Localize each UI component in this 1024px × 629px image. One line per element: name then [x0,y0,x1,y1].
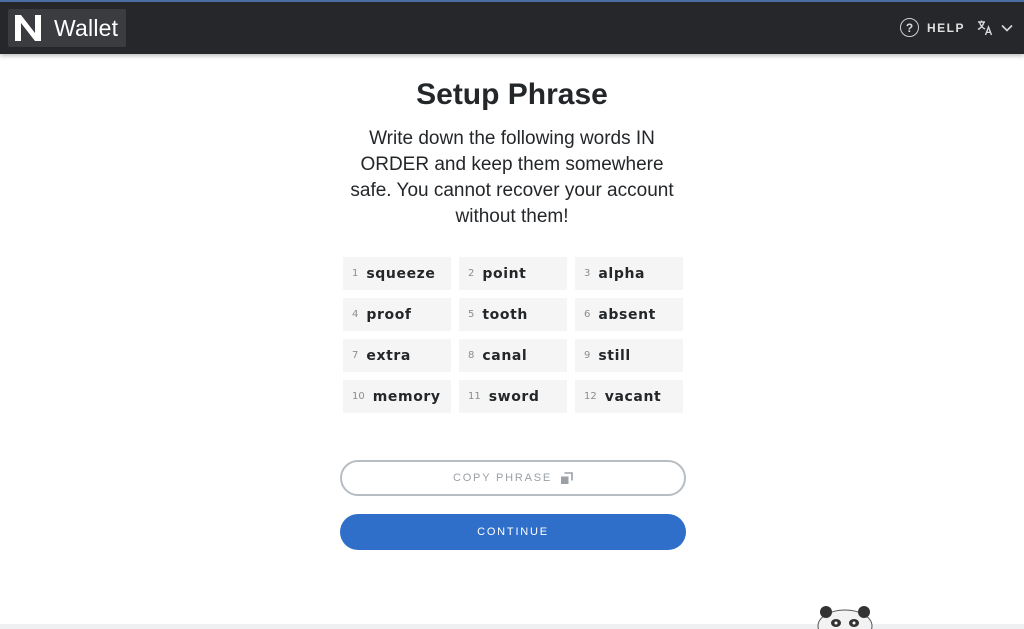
phrase-word: 2 point [459,257,567,290]
word-text: memory [372,388,441,405]
word-text: proof [366,306,412,323]
word-text: sword [488,388,540,405]
phrase-word: 1 squeeze [343,257,451,290]
word-text: tooth [482,306,528,323]
language-selector[interactable] [976,19,1014,37]
phrase-word: 9 still [575,339,683,372]
word-text: still [598,347,631,364]
help-label: HELP [927,20,966,35]
word-number: 10 [352,391,365,402]
word-text: vacant [604,388,662,405]
phrase-word: 12 vacant [575,380,683,413]
phrase-word: 8 canal [459,339,567,372]
seed-phrase-grid: 1 squeeze 2 point 3 alpha 4 proof 5 tooth 6 ab… [343,257,683,413]
phrase-word: 6 absent [575,298,683,331]
phrase-word: 11 sword [459,380,567,413]
phrase-word: 4 proof [343,298,451,331]
word-text: squeeze [366,265,436,282]
panda-mascot-icon [817,606,873,629]
word-number: 8 [468,350,475,361]
word-text: point [482,265,527,282]
copy-icon [561,471,573,484]
phrase-word: 10 memory [343,380,451,413]
continue-button[interactable]: CONTINUE [340,514,686,550]
word-number: 4 [352,309,359,320]
near-logo-icon [15,15,41,41]
help-circle-icon: ? [900,18,919,37]
word-number: 9 [584,350,591,361]
page-subtitle: Write down the following words IN ORDER … [350,128,674,227]
brand-home-link[interactable]: Wallet [8,9,127,47]
word-number: 12 [584,391,597,402]
word-text: alpha [598,265,646,282]
continue-label: CONTINUE [477,526,549,538]
top-navigation-bar: Wallet ? HELP [0,0,1024,54]
word-number: 5 [468,309,475,320]
word-number: 6 [584,309,591,320]
copy-phrase-label: COPY PHRASE [452,472,553,484]
phrase-word: 7 extra [343,339,451,372]
word-text: canal [482,347,528,364]
phrase-word: 3 alpha [575,257,683,290]
word-number: 3 [584,268,591,279]
chevron-down-icon [1001,24,1013,32]
word-number: 11 [468,391,481,402]
word-text: extra [366,347,411,364]
word-number: 1 [352,268,359,279]
page-title: Setup Phrase [416,78,608,111]
help-link[interactable]: ? HELP [900,18,965,37]
copy-phrase-button[interactable]: COPY PHRASE [340,460,686,496]
word-number: 7 [352,350,359,361]
word-text: absent [598,306,656,323]
brand-name: Wallet [54,14,119,41]
translate-icon [977,20,993,36]
word-number: 2 [468,268,475,279]
phrase-word: 5 tooth [459,298,567,331]
